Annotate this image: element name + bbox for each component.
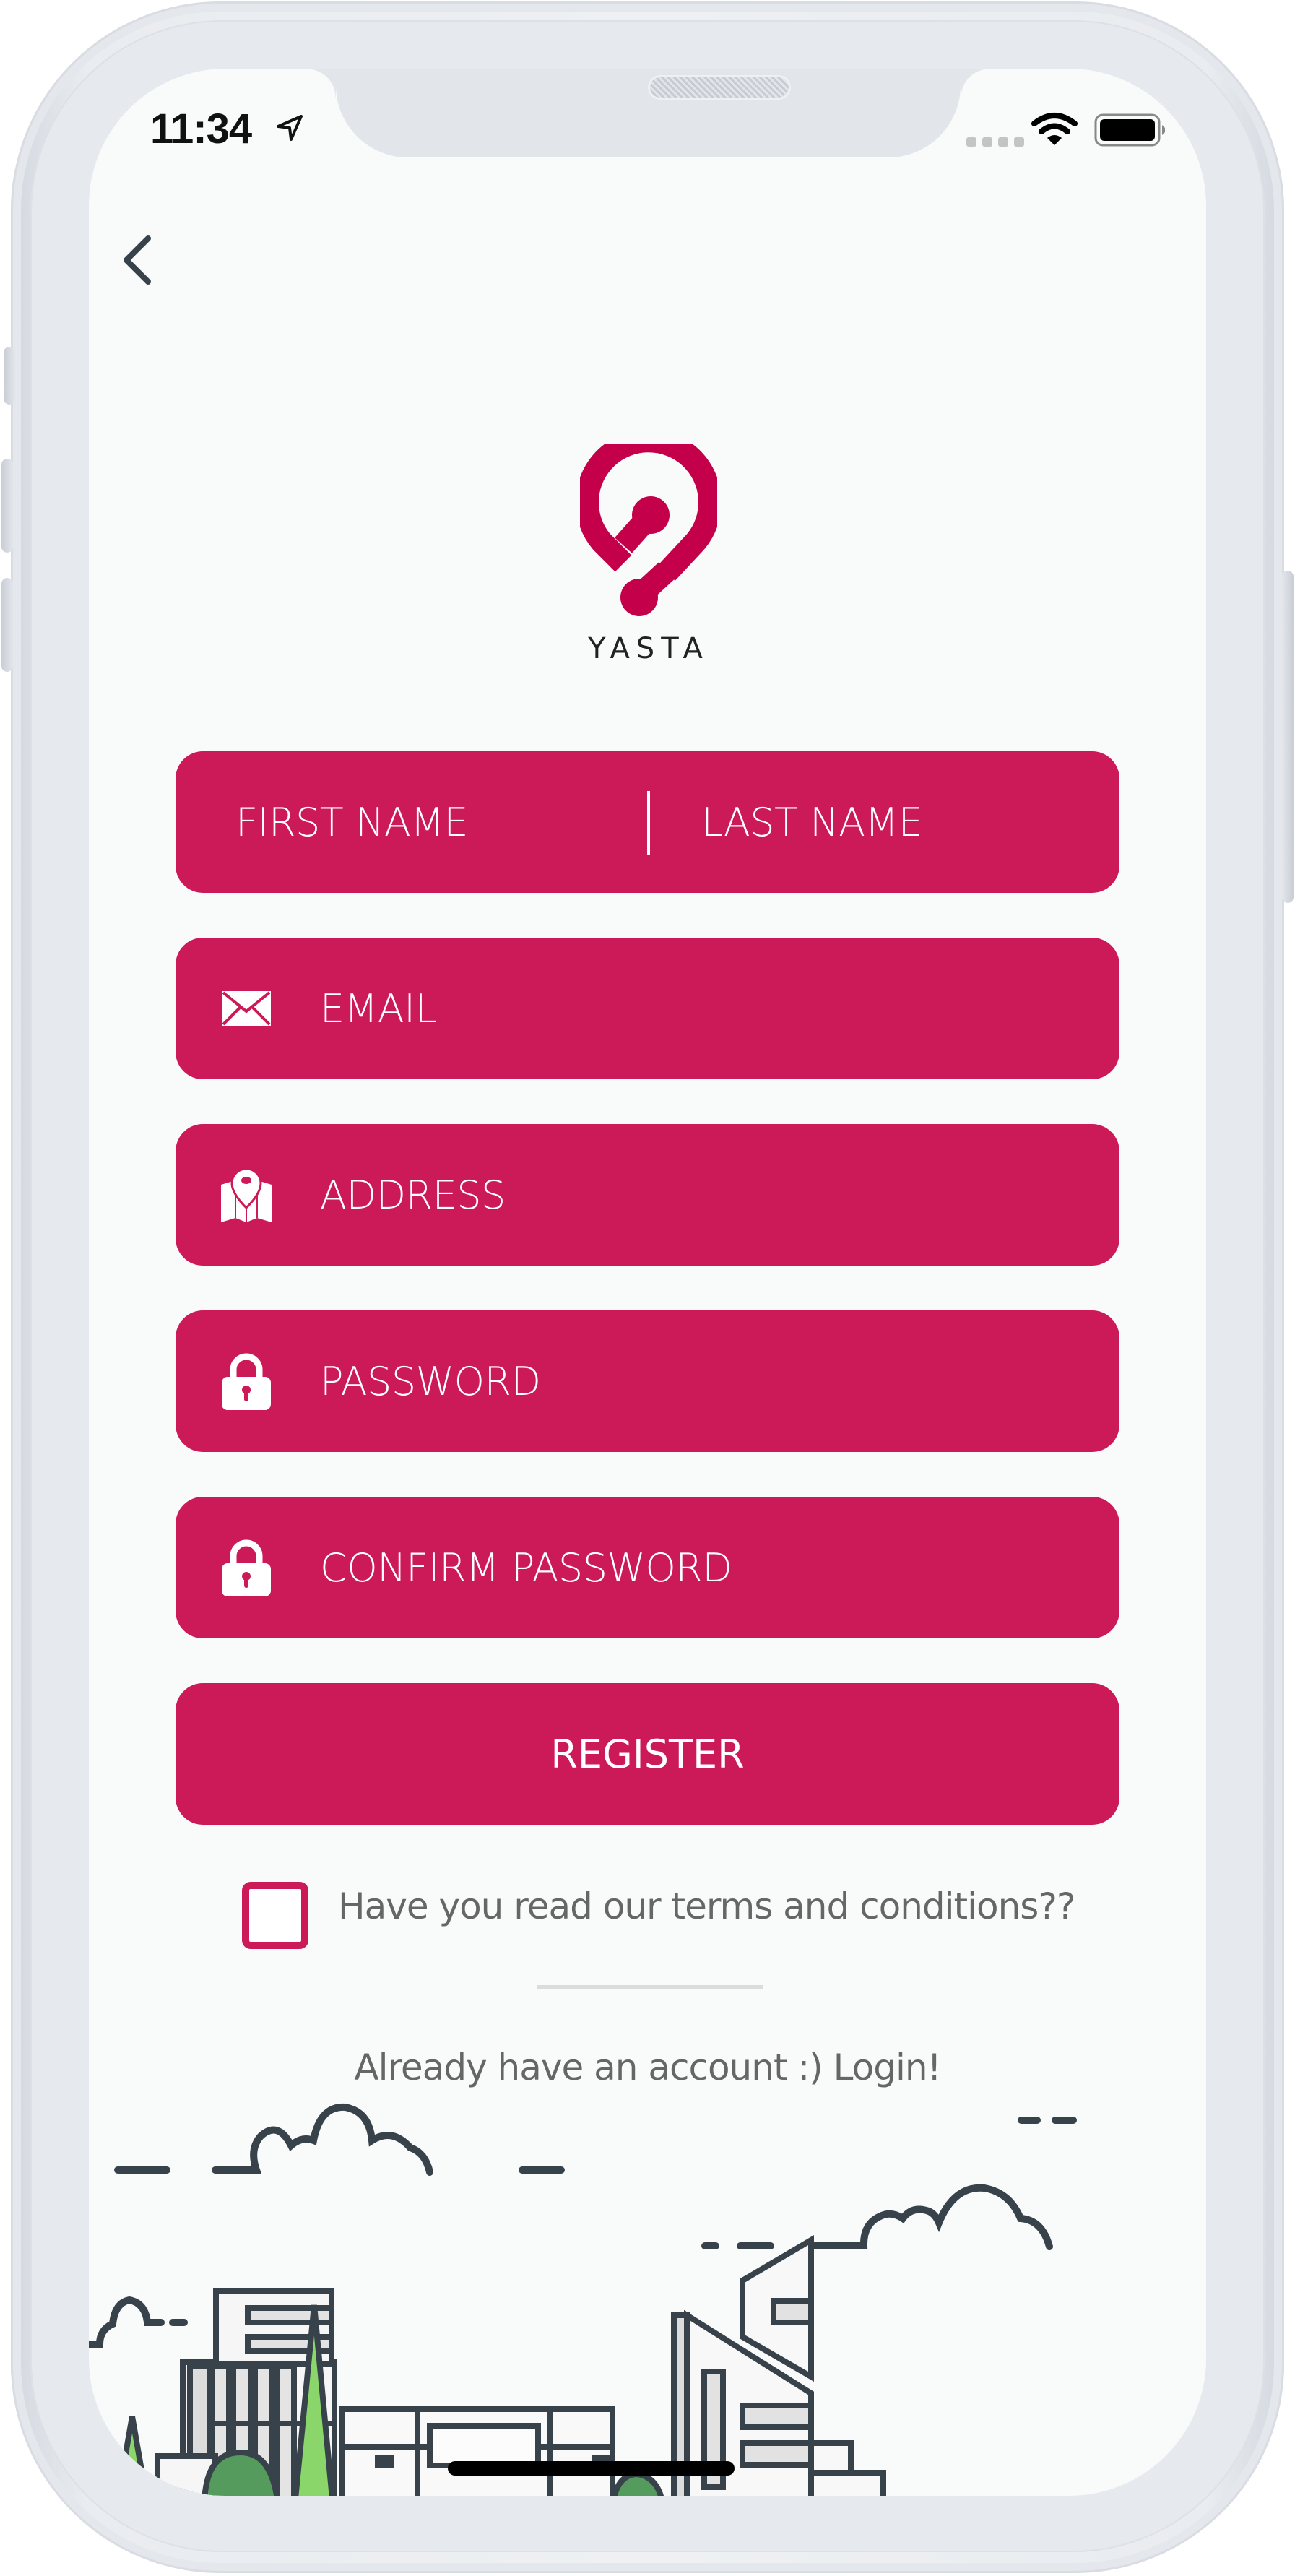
battery-full-icon bbox=[1094, 113, 1165, 147]
home-indicator[interactable] bbox=[448, 2461, 735, 2476]
bush bbox=[611, 2471, 664, 2496]
terms-label[interactable]: Have you read our terms and conditions?? bbox=[338, 1885, 1075, 1927]
tree bbox=[115, 2416, 150, 2496]
last-name-input[interactable]: LAST NAME bbox=[701, 800, 923, 845]
email-field[interactable]: EMAIL bbox=[176, 938, 1119, 1079]
cloud-small bbox=[89, 2296, 188, 2348]
location-arrow-icon bbox=[277, 115, 303, 141]
speaker-grille bbox=[650, 77, 789, 98]
signal-dots-icon bbox=[966, 137, 1024, 147]
confirm-password-field[interactable]: CONFIRM PASSWORD bbox=[176, 1497, 1119, 1638]
building-low bbox=[339, 2406, 615, 2496]
building-angular bbox=[671, 2234, 886, 2496]
first-name-input[interactable]: FIRST NAME bbox=[235, 800, 468, 845]
chevron-left-icon[interactable] bbox=[116, 231, 160, 289]
padlock-icon bbox=[220, 1539, 272, 1596]
map-pin-icon bbox=[220, 1166, 272, 1224]
status-time: 11:34 bbox=[150, 105, 252, 152]
brand-name: YASTA bbox=[588, 632, 709, 665]
password-placeholder: PASSWORD bbox=[320, 1358, 541, 1404]
envelope-icon bbox=[220, 980, 272, 1037]
name-field-group: FIRST NAME LAST NAME bbox=[176, 751, 1119, 893]
wifi-icon bbox=[1031, 113, 1078, 145]
password-field[interactable]: PASSWORD bbox=[176, 1310, 1119, 1452]
name-divider bbox=[647, 791, 650, 855]
yasta-logo-icon bbox=[580, 444, 717, 616]
screen: 11:34 YASTA FIRST NAME LAST NAME EMAIL A… bbox=[89, 69, 1206, 2496]
terms-checkbox[interactable] bbox=[242, 1882, 308, 1949]
mute-switch bbox=[4, 347, 15, 405]
cloud-left bbox=[114, 2103, 433, 2176]
volume-up-button bbox=[1, 459, 13, 553]
power-button bbox=[1282, 571, 1294, 903]
cloud-right bbox=[701, 2184, 1053, 2250]
email-placeholder: EMAIL bbox=[320, 985, 437, 1032]
confirm-password-placeholder: CONFIRM PASSWORD bbox=[320, 1544, 732, 1591]
city-skyline-illustration bbox=[89, 2103, 1077, 2496]
address-placeholder: ADDRESS bbox=[320, 1172, 506, 1218]
address-field[interactable]: ADDRESS bbox=[176, 1124, 1119, 1266]
padlock-icon bbox=[220, 1352, 272, 1410]
login-link[interactable]: Already have an account :) Login! bbox=[89, 2046, 1206, 2088]
volume-down-button bbox=[1, 578, 13, 672]
divider bbox=[537, 1985, 763, 1989]
register-button[interactable]: REGISTER bbox=[176, 1683, 1119, 1825]
notch bbox=[307, 69, 989, 157]
